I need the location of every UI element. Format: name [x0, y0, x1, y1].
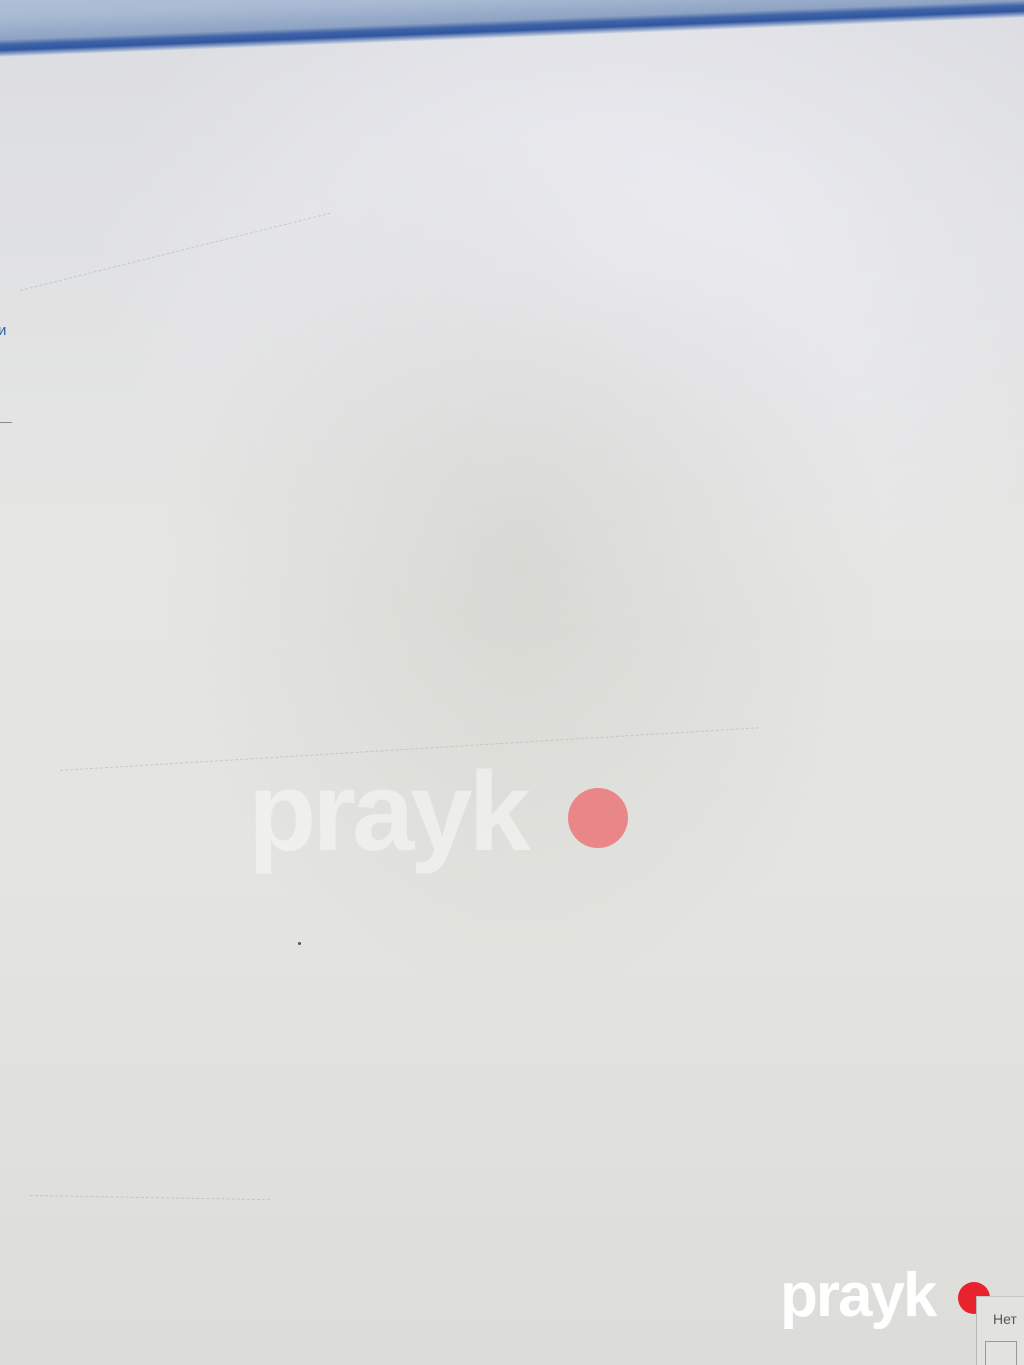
window-title-bar [0, 0, 1024, 58]
panel-checkbox[interactable] [985, 1341, 1017, 1365]
watermark-logo: prayk [780, 1262, 994, 1334]
panel-option-label[interactable]: Нет [993, 1311, 1017, 1327]
watermark-text: prayk [248, 749, 531, 874]
guide-line [20, 212, 331, 291]
sidebar-link[interactable]: и [0, 322, 6, 339]
watermark-logo-text: prayk [780, 1261, 937, 1330]
bottom-right-panel: Нет [976, 1296, 1024, 1365]
photographed-screen: и prayk prayk Нет [0, 0, 1024, 1365]
watermark-dot-icon [568, 788, 628, 848]
screen-speck [298, 942, 301, 945]
divider [0, 422, 12, 423]
guide-line [29, 1195, 270, 1201]
watermark-center: prayk [248, 752, 638, 882]
